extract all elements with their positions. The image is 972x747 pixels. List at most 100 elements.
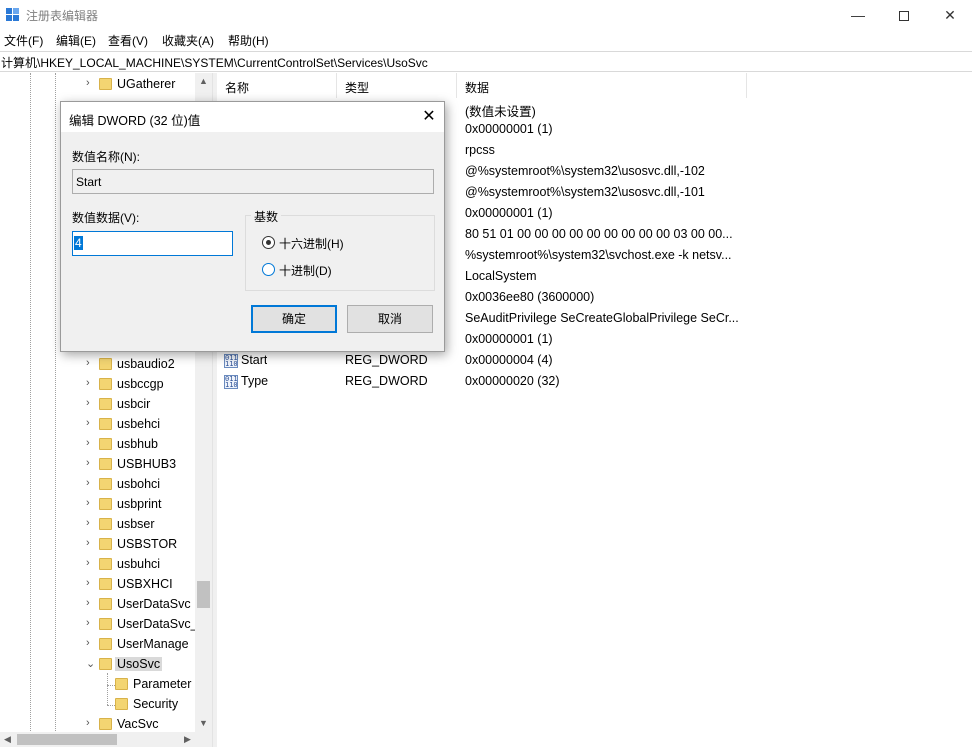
decimal-radio[interactable]	[262, 263, 275, 276]
tree-item[interactable]: › usbcir	[86, 395, 195, 415]
folder-icon	[99, 718, 112, 730]
tree-item[interactable]: Security	[102, 695, 195, 715]
tree-item[interactable]: › UserDataSvc_	[86, 615, 198, 635]
tree-item[interactable]: › usbprint	[86, 495, 195, 515]
scroll-right-arrow-icon[interactable]: ▶	[180, 732, 195, 747]
value-data-cell[interactable]: SeAuditPrivilege SeCreateGlobalPrivilege…	[465, 311, 745, 325]
tree-item[interactable]: › usbuhci	[86, 555, 195, 575]
edit-dword-dialog: 编辑 DWORD (32 位)值 ✕ 数值名称(N): Start 数值数据(V…	[60, 101, 445, 352]
tree-item[interactable]: › UserDataSvc	[86, 595, 195, 615]
value-data-cell[interactable]: 0x00000001 (1)	[465, 206, 553, 220]
expand-arrow-icon[interactable]: ›	[86, 557, 98, 569]
expand-arrow-icon[interactable]: ›	[86, 517, 98, 529]
dialog-title-bar[interactable]: 编辑 DWORD (32 位)值 ✕	[61, 102, 444, 132]
value-data-cell[interactable]: 0x00000004 (4)	[465, 353, 553, 367]
tree-item-usosvc[interactable]: ⌄ UsoSvc	[86, 655, 195, 675]
tree-guide-line	[55, 73, 56, 747]
value-data-label: 数值数据(V):	[72, 211, 140, 225]
value-name-cell[interactable]: Type	[241, 374, 268, 388]
value-data-cell[interactable]: @%systemroot%\system32\usosvc.dll,-102	[465, 164, 705, 178]
expand-arrow-icon[interactable]: ›	[86, 357, 98, 369]
folder-icon	[99, 398, 112, 410]
value-data-cell[interactable]: 0x0036ee80 (3600000)	[465, 290, 594, 304]
dialog-close-button[interactable]: ✕	[414, 102, 444, 132]
value-data-cell[interactable]: @%systemroot%\system32\usosvc.dll,-101	[465, 185, 705, 199]
menu-view[interactable]: 查看(V)	[108, 32, 148, 49]
folder-icon	[99, 558, 112, 570]
tree-item[interactable]: › usbehci	[86, 415, 195, 435]
menu-favorites[interactable]: 收藏夹(A)	[162, 32, 214, 49]
expand-arrow-icon[interactable]: ›	[86, 77, 98, 89]
expand-arrow-icon[interactable]: ›	[86, 537, 98, 549]
menu-bar: 文件(F) 编辑(E) 查看(V) 收藏夹(A) 帮助(H)	[0, 30, 972, 50]
value-data-cell[interactable]: LocalSystem	[465, 269, 537, 283]
expand-arrow-icon[interactable]: ›	[86, 437, 98, 449]
tree-item[interactable]: › usbohci	[86, 475, 195, 495]
ok-button[interactable]: 确定	[251, 305, 337, 333]
expand-arrow-icon[interactable]: ›	[86, 477, 98, 489]
cancel-button[interactable]: 取消	[347, 305, 433, 333]
scroll-up-arrow-icon[interactable]: ▲	[195, 73, 212, 90]
value-data-cell[interactable]: rpcss	[465, 143, 495, 157]
column-header-data[interactable]: 数据	[457, 73, 747, 98]
tree-item[interactable]: › usbccgp	[86, 375, 195, 395]
tree-item[interactable]: › usbhub	[86, 435, 195, 455]
value-name-cell[interactable]: Start	[241, 353, 267, 367]
decimal-radio-label[interactable]: 十进制(D)	[279, 262, 332, 279]
expand-arrow-icon[interactable]: ›	[86, 497, 98, 509]
scroll-left-arrow-icon[interactable]: ◀	[0, 732, 15, 747]
value-data-input[interactable]: 4	[72, 231, 233, 256]
collapse-arrow-icon[interactable]: ⌄	[86, 657, 98, 670]
value-type-cell[interactable]: REG_DWORD	[345, 353, 428, 367]
menu-file[interactable]: 文件(F)	[4, 32, 43, 49]
expand-arrow-icon[interactable]: ›	[86, 617, 98, 629]
reg-dword-icon: 011 110	[224, 375, 238, 389]
scrollbar-thumb[interactable]	[197, 581, 210, 608]
folder-icon	[99, 578, 112, 590]
expand-arrow-icon[interactable]: ›	[86, 417, 98, 429]
tree-item[interactable]: › USBSTOR	[86, 535, 195, 555]
value-data-cell[interactable]: 0x00000001 (1)	[465, 122, 553, 136]
value-data-cell[interactable]: 80 51 01 00 00 00 00 00 00 00 00 00 03 0…	[465, 227, 745, 241]
folder-icon	[115, 678, 128, 690]
menu-edit[interactable]: 编辑(E)	[56, 32, 96, 49]
address-bar[interactable]: 计算机\HKEY_LOCAL_MACHINE\SYSTEM\CurrentCon…	[0, 51, 972, 72]
expand-arrow-icon[interactable]: ›	[86, 457, 98, 469]
value-data-cell[interactable]: 0x00000020 (32)	[465, 374, 560, 388]
expand-arrow-icon[interactable]: ›	[86, 377, 98, 389]
value-data-cell[interactable]: (数值未设置)	[465, 101, 536, 120]
tree-item[interactable]: Parameter	[102, 675, 195, 695]
tree-item[interactable]: › USBXHCI	[86, 575, 195, 595]
tree-item-label: USBHUB3	[117, 457, 177, 471]
scrollbar-thumb[interactable]	[17, 734, 117, 745]
minimize-button[interactable]: —	[835, 0, 881, 30]
close-window-button[interactable]: ✕	[927, 0, 972, 30]
maximize-icon	[899, 11, 909, 22]
hex-radio[interactable]	[262, 236, 275, 249]
folder-icon	[99, 78, 112, 90]
tree-item[interactable]: › USBHUB3	[86, 455, 195, 475]
value-data-cell[interactable]: %systemroot%\system32\svchost.exe -k net…	[465, 248, 745, 262]
tree-item[interactable]: › UGatherer	[86, 75, 195, 95]
menu-help[interactable]: 帮助(H)	[228, 32, 269, 49]
folder-icon	[99, 478, 112, 490]
expand-arrow-icon[interactable]: ›	[86, 577, 98, 589]
value-type-cell[interactable]: REG_DWORD	[345, 374, 428, 388]
column-header-type[interactable]: 类型	[337, 73, 457, 98]
tree-item[interactable]: › UserManage	[86, 635, 195, 655]
tree-horizontal-scrollbar[interactable]: ◀ ▶	[0, 732, 195, 747]
column-header-name[interactable]: 名称	[217, 73, 337, 98]
tree-item-label: UsoSvc	[115, 657, 163, 671]
expand-arrow-icon[interactable]: ›	[86, 717, 98, 729]
hex-radio-label[interactable]: 十六进制(H)	[279, 235, 344, 252]
tree-guide-line	[30, 73, 31, 747]
scroll-down-arrow-icon[interactable]: ▼	[195, 715, 212, 732]
expand-arrow-icon[interactable]: ›	[86, 597, 98, 609]
folder-icon	[99, 378, 112, 390]
maximize-button[interactable]	[881, 0, 927, 30]
expand-arrow-icon[interactable]: ›	[86, 637, 98, 649]
expand-arrow-icon[interactable]: ›	[86, 397, 98, 409]
tree-item[interactable]: › usbaudio2	[86, 355, 195, 375]
value-data-cell[interactable]: 0x00000001 (1)	[465, 332, 553, 346]
tree-item[interactable]: › usbser	[86, 515, 195, 535]
